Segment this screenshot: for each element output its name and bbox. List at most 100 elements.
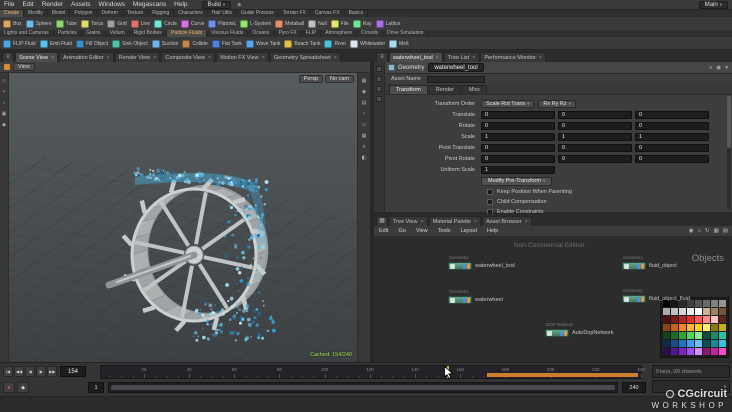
net-menu-view[interactable]: View bbox=[411, 228, 433, 234]
shelf-tool-file[interactable]: File bbox=[330, 19, 349, 28]
grid-snap-icon[interactable]: ▦ bbox=[714, 228, 719, 234]
palette-swatch[interactable] bbox=[703, 340, 710, 347]
shading-icon[interactable]: ◉ bbox=[358, 89, 370, 95]
scale-field-2[interactable]: 1 bbox=[635, 133, 709, 141]
menu-help[interactable]: Help bbox=[170, 1, 191, 8]
stow-icon[interactable] bbox=[376, 76, 382, 82]
shelf-tab-characters[interactable]: Characters bbox=[174, 10, 208, 17]
pivot-rotate-field-2[interactable]: 0 bbox=[635, 155, 709, 163]
close-tab-icon[interactable]: × bbox=[472, 55, 475, 61]
close-tab-icon[interactable]: × bbox=[474, 219, 477, 225]
camera-menu[interactable]: No cam bbox=[325, 75, 354, 83]
tab-scene-view[interactable]: Scene View × bbox=[15, 52, 59, 62]
tab-render-view[interactable]: Render View × bbox=[114, 52, 161, 62]
palette-swatch[interactable] bbox=[679, 340, 686, 347]
shelf-tool-circle[interactable]: Circle bbox=[154, 19, 177, 28]
shelf-tool-ray[interactable]: Ray bbox=[352, 19, 372, 28]
shelf-tool-flip-fluid[interactable]: FLIP Fluid bbox=[3, 39, 36, 48]
shelf-tool-curve[interactable]: Curve bbox=[180, 19, 204, 28]
palette-swatch[interactable] bbox=[719, 316, 726, 323]
palette-swatch[interactable] bbox=[671, 316, 678, 323]
tab-waterwheel-tool[interactable]: waterwheel_tool × bbox=[389, 52, 443, 62]
scoped-channels-icon[interactable]: ◆ bbox=[17, 382, 29, 393]
palette-swatch[interactable] bbox=[703, 332, 710, 339]
close-tab-icon[interactable]: × bbox=[334, 55, 337, 61]
palette-swatch[interactable] bbox=[719, 324, 726, 331]
stow-icon[interactable] bbox=[376, 66, 382, 72]
palette-swatch[interactable] bbox=[695, 348, 702, 355]
network-canvas[interactable]: Non-Commercial Edition Objects Geometry w… bbox=[374, 237, 732, 362]
palette-swatch[interactable] bbox=[679, 316, 686, 323]
param-tab-misc[interactable]: Misc bbox=[461, 85, 488, 94]
shelf-tab-particles[interactable]: Particles bbox=[54, 30, 82, 37]
scale-field-1[interactable]: 1 bbox=[558, 133, 632, 141]
tab-geometry-spreadsheet[interactable]: Geometry Spreadsheet × bbox=[269, 52, 341, 62]
palette-swatch[interactable] bbox=[687, 348, 694, 355]
parameters-scrollbar[interactable] bbox=[727, 96, 731, 209]
palette-swatch[interactable] bbox=[663, 348, 670, 355]
step-back-button[interactable]: ◀◀ bbox=[14, 366, 25, 377]
rotate-field-1[interactable]: 0 bbox=[558, 122, 632, 130]
palette-swatch[interactable] bbox=[695, 300, 702, 307]
shelf-tab-polygon[interactable]: Polygon bbox=[70, 10, 98, 17]
select-flag[interactable] bbox=[463, 297, 466, 303]
menu-assets[interactable]: Assets bbox=[67, 1, 95, 8]
shelf-tab-viscous-fluids[interactable]: Viscous Fluids bbox=[207, 30, 249, 37]
palette-swatch[interactable] bbox=[671, 332, 678, 339]
shelf-tab-hair-utils[interactable]: Hair Utils bbox=[208, 10, 237, 17]
pivot-rotate-field-1[interactable]: 0 bbox=[558, 155, 632, 163]
node-body[interactable] bbox=[448, 296, 472, 304]
shelf-tool-l-system[interactable]: L-System bbox=[240, 19, 271, 28]
close-tab-icon[interactable]: × bbox=[51, 55, 54, 61]
node-name-field[interactable]: waterwheel_tool bbox=[428, 63, 484, 72]
palette-swatch[interactable] bbox=[695, 308, 702, 315]
shelf-tab-flip[interactable]: FLIP bbox=[302, 30, 322, 37]
palette-swatch[interactable] bbox=[679, 332, 686, 339]
display-options-icon[interactable]: ≡ bbox=[358, 144, 370, 150]
scale-field-0[interactable]: 1 bbox=[481, 133, 555, 141]
shelf-tab-terrain-fx[interactable]: Terrain FX bbox=[279, 10, 311, 17]
node-waterwheel[interactable]: Geometry waterwheel bbox=[448, 289, 503, 304]
view-tool-label[interactable]: View bbox=[13, 63, 35, 71]
menu-file[interactable]: File bbox=[0, 1, 18, 8]
shelf-tab-create[interactable]: Create bbox=[0, 10, 25, 17]
palette-swatch[interactable] bbox=[719, 348, 726, 355]
palette-swatch[interactable] bbox=[671, 308, 678, 315]
range-end-field[interactable]: 240 bbox=[622, 382, 646, 393]
palette-swatch[interactable] bbox=[711, 308, 718, 315]
rotate-field-0[interactable]: 0 bbox=[481, 122, 555, 130]
close-tab-icon[interactable]: × bbox=[539, 55, 542, 61]
display-flag[interactable] bbox=[467, 297, 470, 303]
select-flag[interactable] bbox=[560, 330, 563, 336]
lighting-icon[interactable]: ○ bbox=[358, 111, 370, 117]
palette-swatch[interactable] bbox=[719, 308, 726, 315]
node-body[interactable] bbox=[622, 295, 646, 303]
select-flag[interactable] bbox=[637, 263, 640, 269]
shelf-tool-suction[interactable]: Suction bbox=[151, 39, 178, 48]
close-tab-icon[interactable]: × bbox=[262, 55, 265, 61]
asset-name-field[interactable] bbox=[426, 75, 485, 83]
select-icon[interactable]: ◇ bbox=[0, 78, 8, 84]
palette-swatch[interactable] bbox=[711, 316, 718, 323]
rotate-order-select[interactable]: Rx Ry Rz ▾ bbox=[538, 100, 576, 108]
set-keyframe-icon[interactable]: ● bbox=[3, 382, 15, 393]
palette-swatch[interactable] bbox=[679, 308, 686, 315]
palette-swatch[interactable] bbox=[695, 332, 702, 339]
palette-swatch[interactable] bbox=[695, 340, 702, 347]
palette-swatch[interactable] bbox=[711, 348, 718, 355]
display-flag[interactable] bbox=[564, 330, 567, 336]
home-icon[interactable]: ⌂ bbox=[698, 228, 701, 234]
palette-swatch[interactable] bbox=[687, 316, 694, 323]
palette-swatch[interactable] bbox=[719, 340, 726, 347]
tab-asset-browser[interactable]: Asset Browser × bbox=[482, 216, 532, 226]
display-options-icon[interactable]: ▤ bbox=[723, 228, 728, 234]
close-tab-icon[interactable]: × bbox=[153, 55, 156, 61]
shelf-tool-sink-object[interactable]: Sink Object bbox=[112, 39, 148, 48]
menu-icon[interactable]: ≡ bbox=[709, 65, 712, 71]
palette-swatch[interactable] bbox=[663, 332, 670, 339]
shelf-tool-tube[interactable]: Tube bbox=[55, 19, 77, 28]
pin-icon[interactable]: ◉ bbox=[716, 65, 721, 71]
shelf-tool-metaball[interactable]: Metaball bbox=[275, 19, 304, 28]
child-compensation-checkbox[interactable] bbox=[487, 198, 493, 205]
palette-swatch[interactable] bbox=[711, 300, 718, 307]
